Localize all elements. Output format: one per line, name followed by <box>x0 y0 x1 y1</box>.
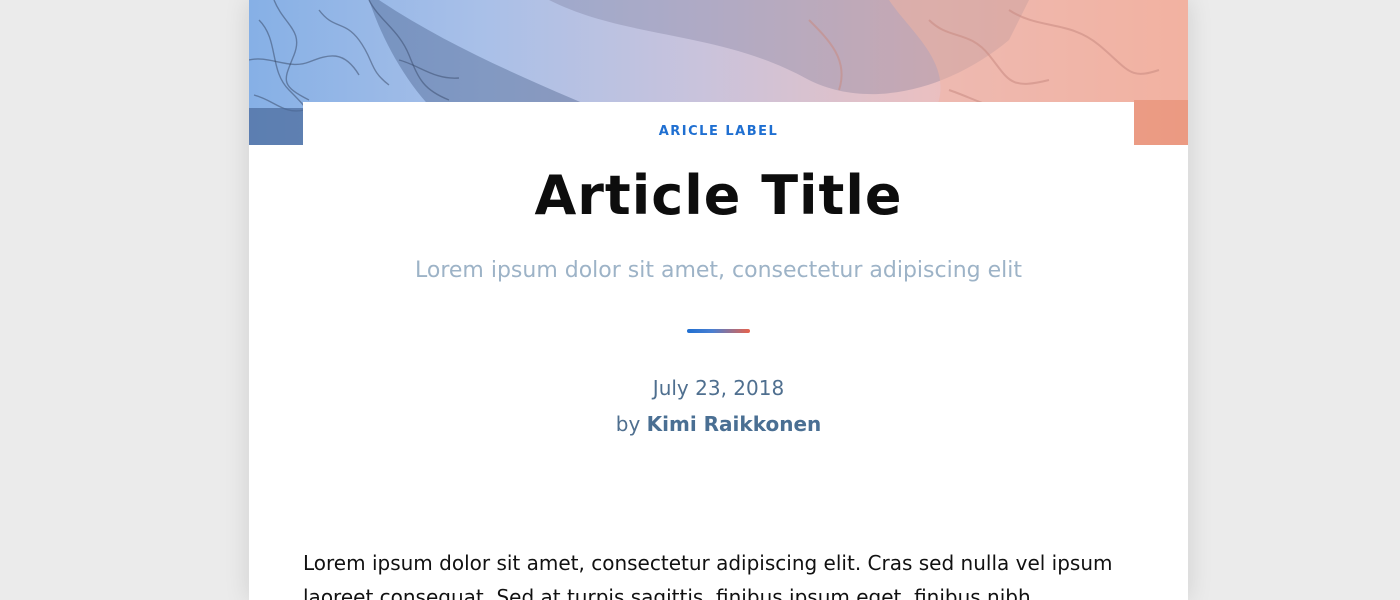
article-subtitle: Lorem ipsum dolor sit amet, consectetur … <box>415 258 1022 283</box>
publish-date: July 23, 2018 <box>652 376 785 400</box>
byline: by Kimi Raikkonen <box>249 412 1188 436</box>
article-card: ARICLE LABEL Article Title Lorem ipsum d… <box>249 0 1188 600</box>
gradient-divider <box>687 329 750 333</box>
author-name[interactable]: Kimi Raikkonen <box>647 412 822 436</box>
article-label[interactable]: ARICLE LABEL <box>249 124 1188 139</box>
byline-prefix: by <box>615 412 641 436</box>
article-body: Lorem ipsum dolor sit amet, consectetur … <box>303 551 1113 600</box>
article-title: Article Title <box>534 164 903 227</box>
page: ARICLE LABEL Article Title Lorem ipsum d… <box>0 0 1400 600</box>
